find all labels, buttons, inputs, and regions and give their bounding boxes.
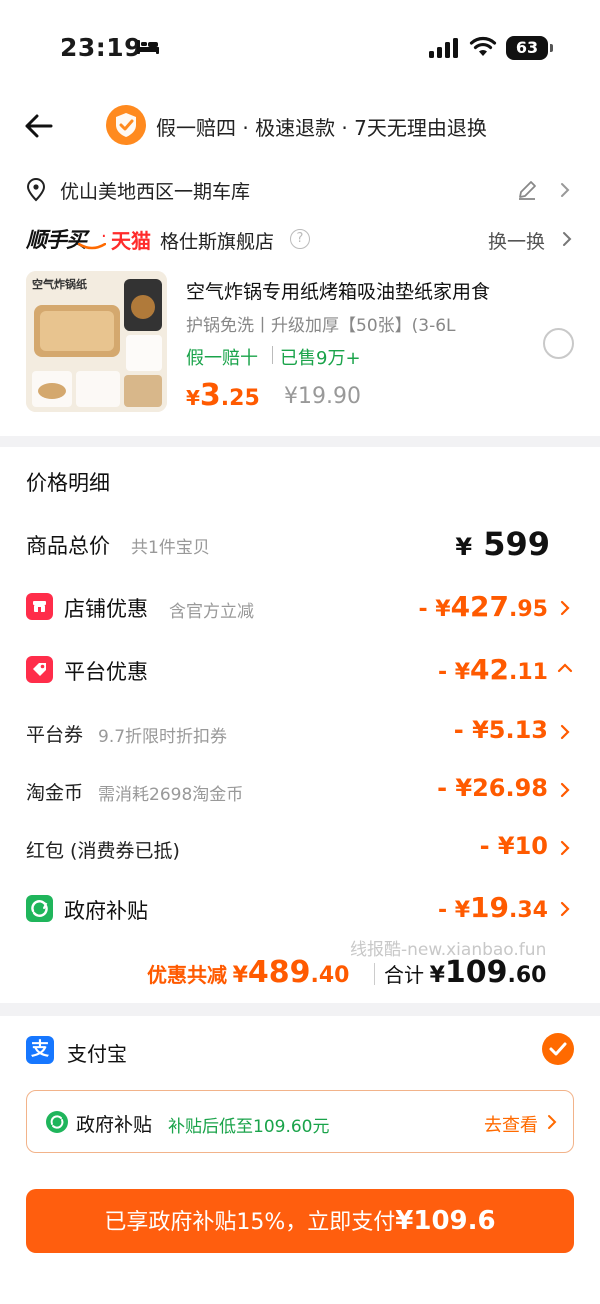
- coupon-sub: 9.7折限时折扣券: [98, 727, 228, 747]
- product-price: ¥3.25: [186, 378, 260, 413]
- redpacket-chevron-icon[interactable]: [558, 839, 572, 857]
- gov-subsidy-chevron-icon[interactable]: [558, 900, 572, 918]
- back-arrow-icon[interactable]: [22, 110, 54, 142]
- status-time: 23:19: [60, 33, 143, 62]
- payment-method-label[interactable]: 支付宝: [67, 1038, 127, 1067]
- shunshoumai-logo: 顺手买: [26, 224, 106, 254]
- product-spec[interactable]: 护锅免洗丨升级加厚【50张】(3-6L: [186, 311, 456, 336]
- product-guarantee-tag: 假一赔十: [186, 348, 258, 369]
- platform-discount-value[interactable]: - ¥42.11: [438, 653, 548, 686]
- price-detail-card: 价格明细 商品总价 共1件宝贝 ¥ 599 店铺优惠 含官方立减 - ¥427.…: [0, 447, 600, 1003]
- summary-divider: [374, 963, 375, 985]
- total-item-count: 共1件宝贝: [131, 538, 210, 558]
- product-title[interactable]: 空气炸锅专用纸烤箱吸油垫纸家用食: [186, 277, 490, 304]
- grand-total: 合计 ¥109.60: [384, 955, 547, 990]
- total-price-label: 商品总价: [26, 534, 110, 558]
- discount-total: 优惠共减 ¥489.40: [147, 955, 350, 990]
- subsidy-chevron-icon[interactable]: [545, 1113, 559, 1131]
- battery-indicator: 63: [506, 36, 553, 60]
- subsidy-view-link[interactable]: 去查看: [484, 1111, 538, 1137]
- total-price-value: ¥ 599: [455, 525, 550, 563]
- coins-chevron-icon[interactable]: [558, 781, 572, 799]
- gov-subsidy-icon: [26, 895, 53, 922]
- product-sold-count: 已售9万+: [280, 348, 361, 369]
- guarantee-text: 假一赔四 · 极速退款 · 7天无理由退换: [156, 116, 487, 140]
- store-discount-sub: 含官方立减: [169, 602, 254, 622]
- product-image-title: 空气炸锅纸: [32, 277, 87, 291]
- gov-subsidy-label: 政府补贴: [64, 899, 148, 923]
- sleep-mode-icon: [137, 40, 159, 54]
- order-summary-panel: 23:19 63 假一赔四 · 极速退款 · 7天无理由退换 优山美地西区一期车…: [0, 0, 600, 436]
- change-chevron-right-icon[interactable]: [560, 230, 574, 248]
- platform-discount-label: 平台优惠: [64, 660, 148, 684]
- brand-dot: ·: [101, 226, 107, 247]
- change-product-link[interactable]: 换一换: [488, 227, 545, 254]
- guarantee-shield-icon: [106, 105, 146, 145]
- delivery-address[interactable]: 优山美地西区一期车库: [60, 177, 250, 204]
- store-discount-value[interactable]: - ¥427.95: [418, 590, 548, 623]
- coins-label: 淘金币: [26, 782, 84, 804]
- product-original-price: ¥19.90: [284, 384, 361, 409]
- gov-subsidy-value[interactable]: - ¥19.34: [438, 891, 548, 924]
- store-discount-icon: [26, 593, 53, 620]
- coupon-label: 平台券: [26, 724, 84, 746]
- product-select-radio[interactable]: [543, 328, 574, 359]
- payment-card: 支 支付宝 政府补贴 补贴后低至109.60元 去查看 已享政府补贴15%，立即…: [0, 1016, 600, 1304]
- coins-value[interactable]: - ¥26.98: [437, 774, 548, 802]
- platform-discount-icon: [26, 656, 53, 683]
- redpacket-label: 红包 (消费券已抵): [26, 840, 180, 862]
- price-detail-title: 价格明细: [26, 471, 110, 495]
- subsidy-label: 政府补贴: [76, 1114, 153, 1136]
- store-discount-label: 店铺优惠: [64, 597, 148, 621]
- payment-selected-check-icon[interactable]: [542, 1033, 574, 1065]
- tag-divider: [272, 346, 273, 364]
- coupon-value[interactable]: - ¥5.13: [454, 716, 548, 744]
- coins-sub: 需消耗2698淘金币: [98, 785, 244, 805]
- status-bar: 23:19 63: [0, 0, 600, 96]
- product-image[interactable]: 空气炸锅纸: [26, 271, 167, 412]
- store-discount-chevron-icon[interactable]: [558, 599, 572, 617]
- cellular-signal-icon: [429, 38, 458, 58]
- address-chevron-right-icon[interactable]: [558, 181, 572, 199]
- coupon-chevron-icon[interactable]: [558, 723, 572, 741]
- subsidy-refresh-icon: [46, 1111, 68, 1133]
- platform-discount-collapse-icon[interactable]: [556, 661, 574, 675]
- pay-now-button[interactable]: 已享政府补贴15%，立即支付¥109.6: [26, 1189, 574, 1253]
- tmall-logo: 天猫: [111, 229, 151, 253]
- subsidy-note: 补贴后低至109.60元: [168, 1117, 330, 1137]
- subsidy-banner[interactable]: 政府补贴 补贴后低至109.60元 去查看: [26, 1090, 574, 1153]
- edit-pencil-icon[interactable]: [516, 179, 538, 201]
- shop-name[interactable]: 格仕斯旗舰店: [160, 227, 274, 254]
- help-question-icon[interactable]: ?: [290, 229, 310, 249]
- redpacket-value[interactable]: - ¥10: [480, 832, 548, 860]
- location-pin-icon: [26, 178, 46, 202]
- alipay-icon: 支: [26, 1036, 54, 1064]
- wifi-icon: [469, 36, 497, 56]
